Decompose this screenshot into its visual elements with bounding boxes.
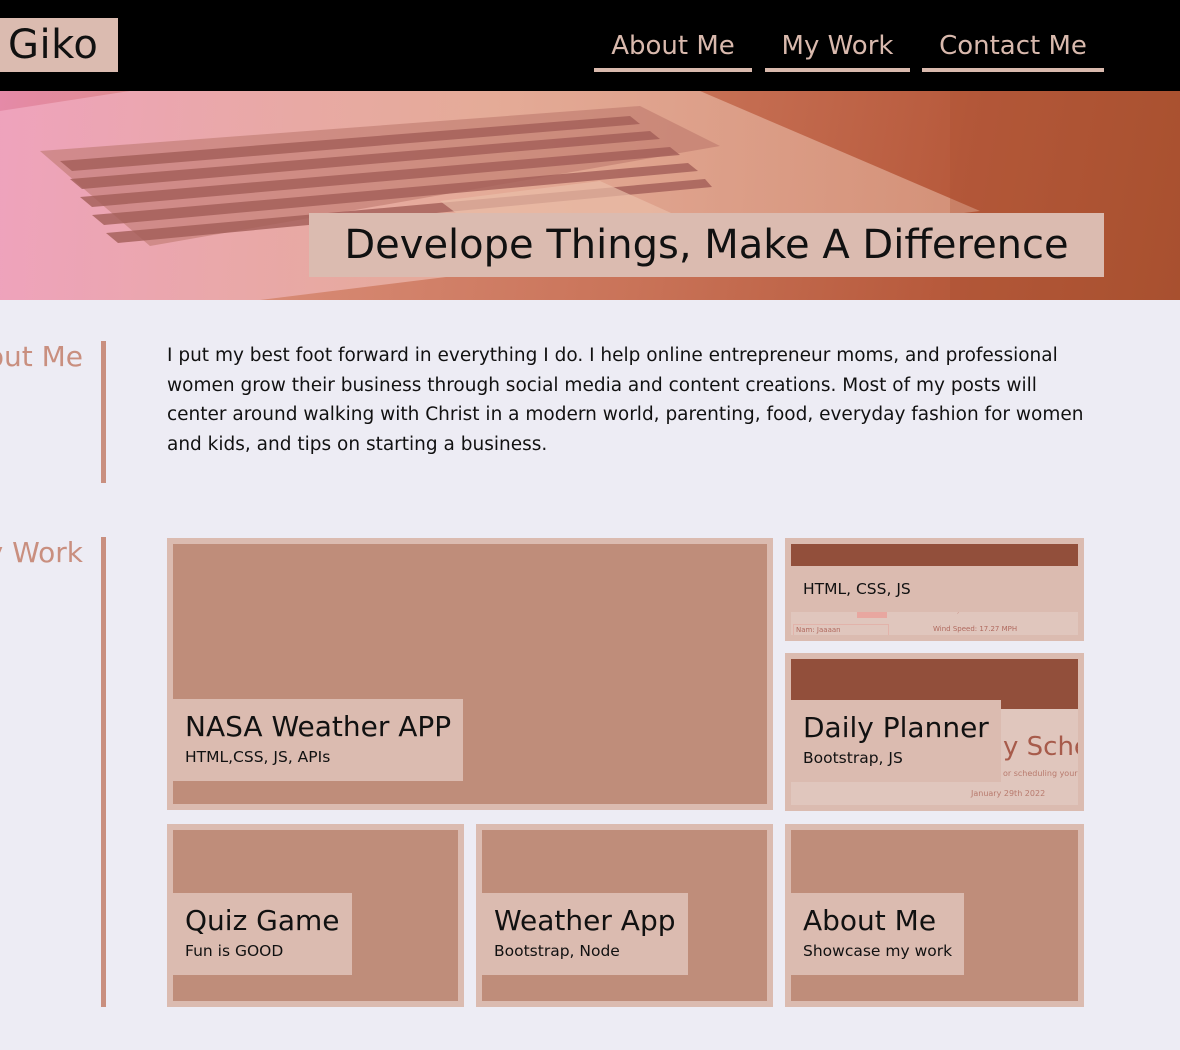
screenshot-date: January 29th 2022: [971, 789, 1046, 798]
project-subtitle: HTML,CSS, JS, APIs: [185, 748, 331, 766]
site-logo[interactable]: Giko: [0, 18, 118, 72]
project-card-weather-preview[interactable]: Nam: Jaaaan Wind Speed: 17.27 MPH Humidi…: [785, 538, 1084, 641]
screenshot-button: [857, 612, 887, 618]
site-header: Giko About Me My Work Contact Me: [0, 0, 1180, 91]
work-divider: [101, 537, 106, 1007]
screenshot-header-bar: [791, 544, 1078, 566]
project-title: Quiz Game: [185, 904, 340, 937]
screenshot-heading: y Sched: [1003, 732, 1078, 762]
project-subtitle: HTML, CSS, JS: [791, 566, 1078, 612]
nav-link-about[interactable]: About Me: [594, 28, 752, 72]
about-heading: About Me: [0, 340, 83, 373]
nav-link-contact[interactable]: Contact Me: [922, 28, 1104, 72]
project-title: About Me: [803, 904, 937, 937]
project-title: NASA Weather APP: [185, 710, 452, 743]
project-label: About Me Showcase my work: [791, 893, 965, 975]
screenshot-text: or scheduling your wo: [1003, 769, 1084, 778]
about-text: I put my best foot forward in everything…: [167, 345, 1084, 455]
project-label: Quiz Game Fun is GOOD: [173, 893, 352, 975]
project-subtitle: Showcase my work: [803, 942, 953, 960]
project-card-nasa-weather[interactable]: NASA Weather APP HTML,CSS, JS, APIs: [167, 538, 773, 810]
about-divider: [101, 341, 106, 483]
screenshot-search-field: Nam: Jaaaan: [793, 624, 889, 635]
project-subtitle: Bootstrap, JS: [803, 749, 903, 767]
project-label: Weather App Bootstrap, Node: [482, 893, 688, 975]
project-title: Daily Planner: [803, 711, 989, 744]
project-subtitle: Bootstrap, Node: [494, 942, 620, 960]
hero-title: Develope Things, Make A Difference: [309, 213, 1104, 277]
project-label: Daily Planner Bootstrap, JS: [791, 700, 1001, 782]
project-title: Weather App: [494, 904, 676, 937]
project-card-about-me[interactable]: About Me Showcase my work: [785, 824, 1084, 1007]
project-subtitle: Fun is GOOD: [185, 942, 284, 960]
nav-link-work[interactable]: My Work: [765, 28, 910, 72]
project-card-weather-app[interactable]: Weather App Bootstrap, Node: [476, 824, 773, 1007]
work-heading: My Work: [0, 536, 83, 569]
project-card-quiz-game[interactable]: Quiz Game Fun is GOOD: [167, 824, 464, 1007]
screenshot-text: Wind Speed: 17.27 MPH: [933, 625, 1018, 633]
project-card-daily-planner[interactable]: y Sched or scheduling your wo January 29…: [785, 653, 1084, 811]
project-label: NASA Weather APP HTML,CSS, JS, APIs: [173, 699, 464, 781]
hero-banner: Develope Things, Make A Difference: [0, 91, 1180, 300]
